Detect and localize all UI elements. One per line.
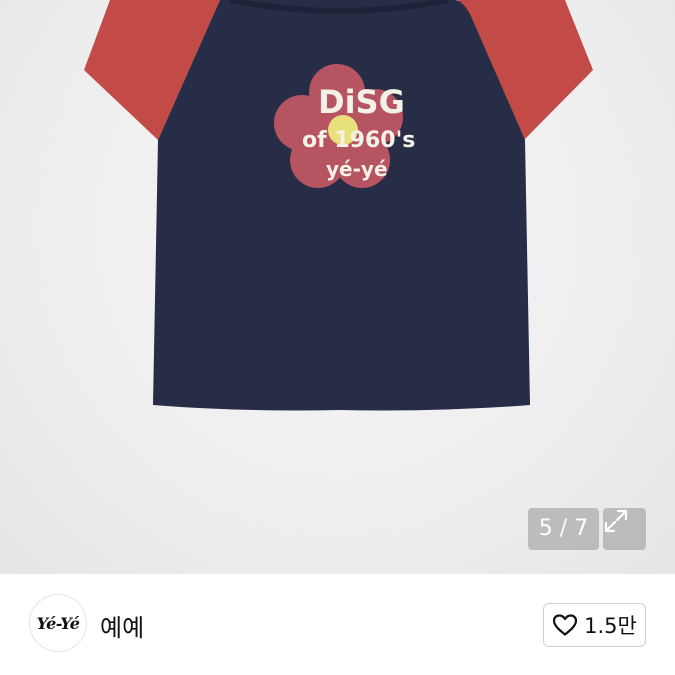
shirt-body: [153, 0, 530, 411]
print-line-3: yé-yé: [326, 157, 388, 181]
seller-bar: Yé-Yé 예예 1.5만: [0, 574, 675, 675]
print-line-1: DiSG: [318, 83, 405, 121]
heart-icon: [553, 614, 578, 636]
print-line-2: of 1960's: [302, 128, 415, 153]
expand-button[interactable]: [603, 508, 646, 550]
seller-name[interactable]: 예예: [100, 608, 144, 643]
like-button[interactable]: 1.5만: [543, 603, 646, 647]
image-counter: 5 / 7: [528, 508, 599, 550]
seller-avatar[interactable]: Yé-Yé: [29, 594, 87, 652]
like-count: 1.5만: [584, 614, 637, 638]
product-photo[interactable]: DiSG of 1960's yé-yé 5 / 7: [0, 0, 675, 574]
expand-icon: [604, 509, 628, 533]
avatar-logo-text: Yé-Yé: [36, 613, 80, 633]
tshirt-image: DiSG of 1960's yé-yé: [84, 0, 593, 411]
